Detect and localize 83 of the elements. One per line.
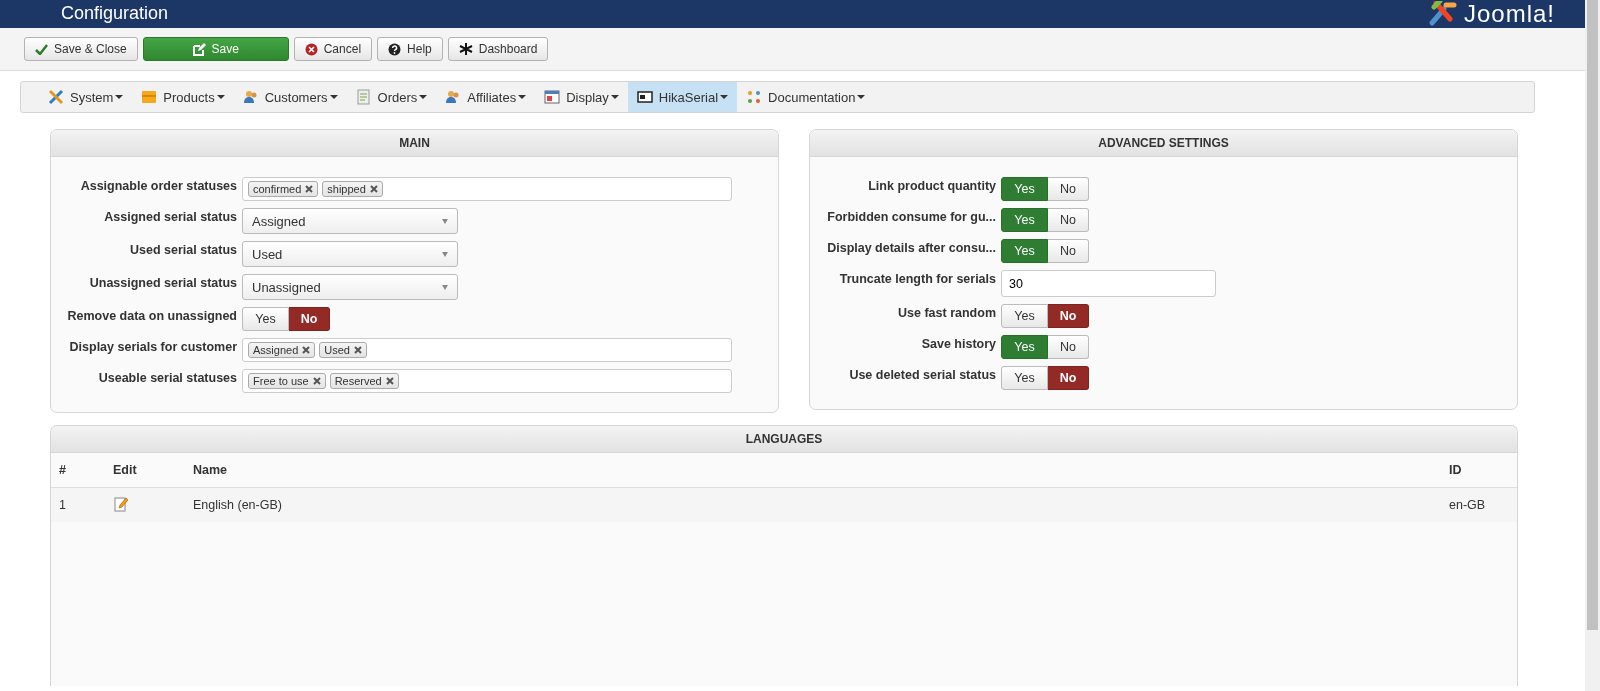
remove-icon[interactable]	[353, 346, 362, 354]
toolbar-button[interactable]: Save	[142, 37, 289, 61]
toolbar-button[interactable]: Help	[377, 37, 443, 61]
status-tag: Assigned	[248, 342, 316, 358]
remove-icon[interactable]	[385, 377, 394, 385]
field-label: Display details after consu...	[826, 240, 996, 257]
edit-icon	[192, 42, 206, 56]
field-label: Assigned serial status	[103, 209, 237, 226]
table-cell: 1	[51, 487, 105, 522]
help-icon	[388, 42, 402, 56]
remove-icon[interactable]	[305, 185, 314, 193]
remove-icon[interactable]	[369, 185, 378, 193]
check-icon	[35, 43, 48, 55]
caret-icon	[610, 95, 619, 99]
card-icon	[636, 90, 653, 104]
table-cell: en-GB	[1441, 487, 1517, 522]
status-tag: Reserved	[329, 373, 399, 389]
field-label: Used serial status	[129, 242, 237, 259]
toolbar-button[interactable]: Dashboard	[447, 37, 549, 61]
scrollbar[interactable]	[1585, 0, 1600, 691]
tags-field[interactable]: confirmed shipped	[242, 177, 732, 201]
tags-field[interactable]: Free to use Reserved	[242, 369, 732, 393]
toolbar-button[interactable]: Save & Close	[24, 37, 138, 61]
menu-item[interactable]: Documentation	[737, 82, 875, 112]
dropdown-arrow-icon	[442, 251, 448, 257]
field-label: Forbidden consume for gu...	[826, 209, 996, 226]
panel-title: MAIN	[51, 130, 778, 157]
menu-item[interactable]: Affiliates	[436, 82, 536, 112]
caret-icon	[216, 95, 225, 99]
document-icon	[355, 89, 372, 105]
window-icon	[544, 89, 561, 105]
table-cell: English (en-GB)	[185, 487, 1441, 522]
dropdown-arrow-icon	[442, 218, 448, 224]
caret-icon	[329, 95, 338, 99]
status-tag: shipped	[322, 181, 383, 197]
text-field[interactable]: 30	[1001, 270, 1216, 297]
caret-icon	[115, 95, 124, 99]
menu-item[interactable]: Orders	[346, 82, 437, 112]
tools-icon	[48, 89, 64, 105]
menu-item[interactable]: Display	[535, 82, 628, 112]
status-dropdown[interactable]: Used	[242, 241, 458, 267]
status-dropdown[interactable]: Assigned	[242, 208, 458, 234]
column-header: Name	[185, 453, 1441, 488]
caret-icon	[419, 95, 428, 99]
field-label: Remove data on unassigned	[66, 308, 237, 325]
edit-icon[interactable]	[113, 495, 129, 512]
caret-icon	[720, 95, 729, 99]
logo-text: Joomla!	[1463, 1, 1555, 27]
remove-icon[interactable]	[302, 346, 311, 354]
field-label: Display serials for customer	[68, 339, 237, 356]
field-label: Assignable order statuses	[79, 178, 237, 195]
status-tag: confirmed	[248, 181, 319, 197]
column-header: #	[51, 453, 105, 488]
panel-title: ADVANCED SETTINGS	[810, 130, 1517, 157]
menu-item[interactable]: Customers	[233, 82, 347, 112]
tags-field[interactable]: Assigned Used	[242, 338, 732, 362]
menu-item[interactable]: HikaSerial	[627, 82, 738, 112]
field-label: Link product quantity	[867, 178, 996, 195]
toolbar-button[interactable]: Cancel	[293, 37, 373, 61]
people-icon	[242, 89, 259, 105]
menu-item[interactable]: System	[39, 82, 133, 112]
panel-title: LANGUAGES	[51, 426, 1517, 453]
field-label: Use fast random	[897, 305, 996, 322]
column-header: Edit	[105, 453, 185, 488]
menu-item[interactable]: Products	[132, 82, 234, 112]
page-title: Configuration	[61, 3, 169, 23]
box-icon	[141, 89, 158, 105]
caret-icon	[518, 95, 527, 99]
caret-icon	[857, 95, 866, 99]
column-header: ID	[1441, 453, 1517, 488]
dropdown-arrow-icon	[442, 284, 448, 290]
status-tag: Used	[319, 342, 367, 358]
field-label: Use deleted serial status	[848, 367, 996, 384]
field-label: Save history	[920, 336, 996, 353]
field-label: Truncate length for serials	[838, 271, 996, 288]
dots-icon	[746, 89, 763, 105]
field-label: Useable serial statuses	[97, 370, 237, 387]
remove-icon[interactable]	[312, 377, 321, 385]
asterisk-icon	[458, 42, 473, 56]
status-dropdown[interactable]: Unassigned	[242, 274, 458, 300]
status-tag: Free to use	[248, 373, 326, 389]
field-label: Unassigned serial status	[88, 275, 237, 292]
cancel-icon	[304, 42, 318, 56]
